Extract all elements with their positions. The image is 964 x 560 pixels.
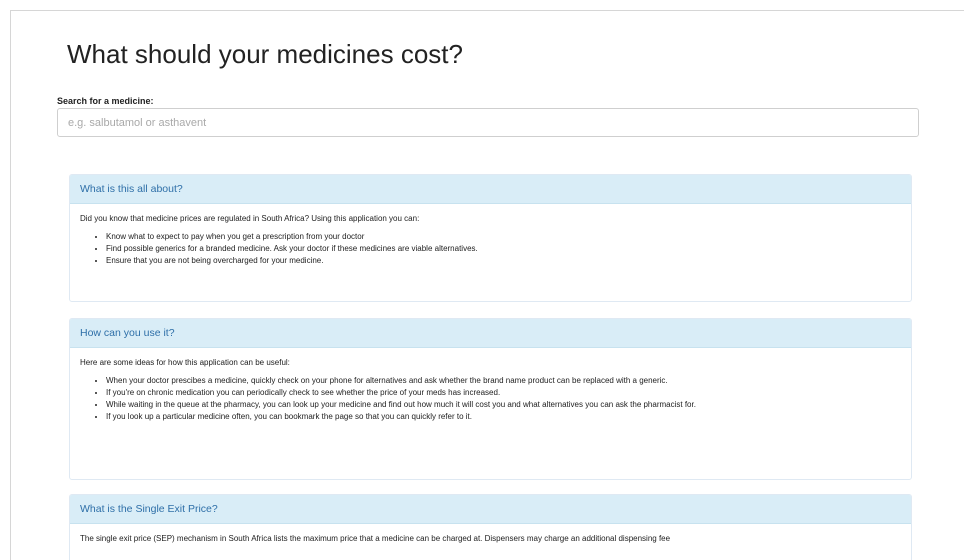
panel-heading: What is the Single Exit Price? <box>70 495 911 524</box>
list-item: When your doctor prescibes a medicine, q… <box>106 375 901 387</box>
list-item: If you look up a particular medicine oft… <box>106 411 901 423</box>
panel-single-exit-price: What is the Single Exit Price? The singl… <box>69 494 912 560</box>
panel-body: Here are some ideas for how this applica… <box>70 348 911 423</box>
panel-intro: Here are some ideas for how this applica… <box>80 358 290 367</box>
panel-intro: The single exit price (SEP) mechanism in… <box>80 534 671 543</box>
list-item: Know what to expect to pay when you get … <box>106 231 901 243</box>
panel-heading: How can you use it? <box>70 319 911 348</box>
panel-body: Did you know that medicine prices are re… <box>70 204 911 267</box>
list-item: If you're on chronic medication you can … <box>106 387 901 399</box>
panel-intro: Did you know that medicine prices are re… <box>80 214 420 223</box>
panel-how-to-use: How can you use it? Here are some ideas … <box>69 318 912 480</box>
bullet-list: Know what to expect to pay when you get … <box>80 231 901 267</box>
bullet-list: When your doctor prescibes a medicine, q… <box>80 375 901 423</box>
panel-heading: What is this all about? <box>70 175 911 204</box>
medicine-search-input[interactable] <box>57 108 919 137</box>
list-item: Find possible generics for a branded med… <box>106 243 901 255</box>
search-label: Search for a medicine: <box>57 96 154 106</box>
list-item: While waiting in the queue at the pharma… <box>106 399 901 411</box>
panel-what-is-this: What is this all about? Did you know tha… <box>69 174 912 302</box>
panel-body: The single exit price (SEP) mechanism in… <box>70 524 911 545</box>
page-frame: What should your medicines cost? Search … <box>10 10 964 560</box>
list-item: Ensure that you are not being overcharge… <box>106 255 901 267</box>
page-title: What should your medicines cost? <box>67 39 463 69</box>
